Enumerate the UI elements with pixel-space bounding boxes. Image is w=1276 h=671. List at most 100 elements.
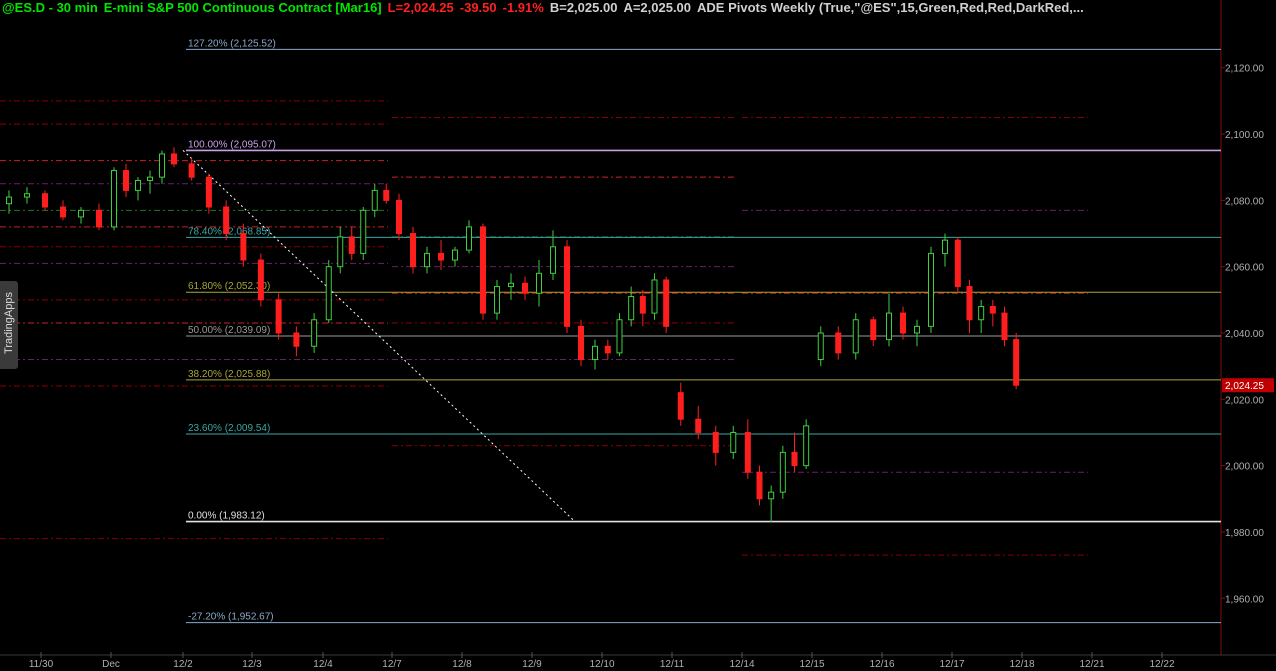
candle-body: [817, 332, 824, 361]
candle-body: [466, 226, 472, 251]
candle-body: [424, 252, 430, 268]
time-tick-label: 11/30: [29, 659, 54, 670]
price-tick-label: 2,080.00: [1225, 196, 1264, 207]
candle-body: [663, 279, 670, 327]
fib-level-label: 50.00% (2,039.09): [188, 325, 270, 336]
candle-body: [592, 345, 598, 361]
candle-body: [628, 296, 635, 321]
candle-body: [360, 209, 367, 254]
candle-body: [803, 425, 810, 467]
candle-body: [275, 299, 282, 334]
candle-body: [78, 209, 84, 218]
time-tick-label: 12/3: [242, 659, 262, 670]
candle-body: [616, 319, 623, 354]
candle-body: [223, 206, 230, 235]
candle-body: [111, 170, 117, 228]
candle-body: [677, 392, 684, 420]
candle-body: [744, 431, 751, 473]
candle-body: [6, 196, 12, 205]
candle-body: [942, 239, 948, 254]
candle-body: [886, 312, 892, 341]
candle-body: [578, 325, 584, 361]
candle-body: [337, 236, 344, 268]
candle-body: [123, 170, 129, 191]
price-tick-label: 1,980.00: [1225, 528, 1264, 539]
candle-body: [768, 491, 775, 500]
candle-body: [171, 153, 177, 165]
candle-body: [522, 282, 528, 294]
candle-body: [240, 233, 247, 261]
time-tick-label: 12/8: [452, 659, 472, 670]
time-tick-label: 12/7: [382, 659, 402, 670]
fib-level-label: 0.00% (1,983.12): [188, 511, 265, 522]
tradingapps-tab[interactable]: TradingApps: [0, 281, 18, 369]
ask-price: A=2,025.00: [623, 0, 692, 15]
candle-body: [383, 189, 390, 201]
candle-body: [978, 305, 985, 321]
price-chart[interactable]: 127.20% (2,125.52) 100.00% (2,095.07) 78.4…: [0, 0, 1276, 671]
candle-body: [147, 176, 153, 181]
candle-body: [348, 236, 355, 254]
time-tick-label: 12/11: [660, 659, 685, 670]
candle-body: [712, 431, 719, 453]
candle-body: [779, 451, 786, 493]
indicator-label: ADE Pivots Weekly (True,"@ES",15,Green,R…: [697, 0, 1084, 15]
time-tick-label: 12/4: [313, 659, 333, 670]
last-price: L=2,024.25: [387, 0, 454, 15]
symbol-label: @ES.D - 30 min: [2, 0, 98, 15]
candle-body: [954, 239, 961, 288]
time-tick-label: 12/22: [1149, 659, 1174, 670]
candle-body: [730, 431, 737, 453]
candle-body: [410, 233, 416, 268]
time-tick-label: Dec: [102, 659, 120, 670]
candle-body: [550, 246, 556, 274]
fib-level-label: 100.00% (2,095.07): [188, 139, 276, 150]
candle-body: [1013, 339, 1020, 386]
candle-body: [695, 418, 702, 433]
tradingapps-label: TradingApps: [3, 292, 15, 354]
price-tick-label: 2,060.00: [1225, 263, 1264, 274]
time-tick-label: 12/16: [869, 659, 894, 670]
fib-level-label: 38.20% (2,025.88): [188, 369, 270, 380]
fib-level-label: 78.40% (2,068.85): [188, 226, 270, 237]
net-change: -39.50: [459, 0, 497, 15]
candle-body: [564, 246, 570, 327]
time-tick-label: 12/21: [1079, 659, 1104, 670]
time-tick-label: 12/18: [1009, 659, 1034, 670]
candle-body: [494, 286, 500, 314]
candle-body: [325, 266, 332, 321]
candle-body: [159, 153, 165, 178]
time-tick-label: 12/15: [799, 659, 824, 670]
candle-body: [311, 319, 318, 347]
candle-body: [852, 319, 859, 354]
last-price-marker-label: 2,024.25: [1225, 381, 1264, 392]
price-tick-label: 2,020.00: [1225, 395, 1264, 406]
candle-body: [928, 252, 934, 327]
candle-body: [452, 249, 458, 261]
candle-body: [536, 272, 542, 294]
fib-level-label: -27.20% (1,952.67): [188, 612, 274, 623]
contract-description: E-mini S&P 500 Continuous Contract [Mar1…: [103, 0, 382, 15]
chart-header: @ES.D - 30 min E-mini S&P 500 Continuous …: [2, 0, 1090, 16]
time-tick-label: 12/14: [729, 659, 754, 670]
candle-body: [756, 471, 763, 500]
candle-body: [1001, 312, 1008, 341]
price-tick-label: 2,120.00: [1225, 64, 1264, 75]
candle-body: [96, 209, 102, 228]
price-tick-label: 2,100.00: [1225, 130, 1264, 141]
candle-body: [651, 279, 658, 314]
candle-body: [188, 163, 195, 178]
fib-level-label: 127.20% (2,125.52): [188, 38, 276, 49]
candle-body: [42, 193, 48, 208]
candle-body: [989, 305, 996, 314]
fib-level-label: 23.60% (2,009.54): [188, 423, 270, 434]
candle-body: [438, 252, 444, 261]
candle-body: [835, 332, 842, 354]
candle-body: [900, 312, 906, 334]
candle-body: [639, 296, 646, 314]
candle-body: [396, 199, 402, 235]
candle-body: [205, 176, 212, 208]
price-tick-label: 2,040.00: [1225, 329, 1264, 340]
candle-body: [508, 282, 514, 288]
candle-body: [914, 325, 920, 334]
